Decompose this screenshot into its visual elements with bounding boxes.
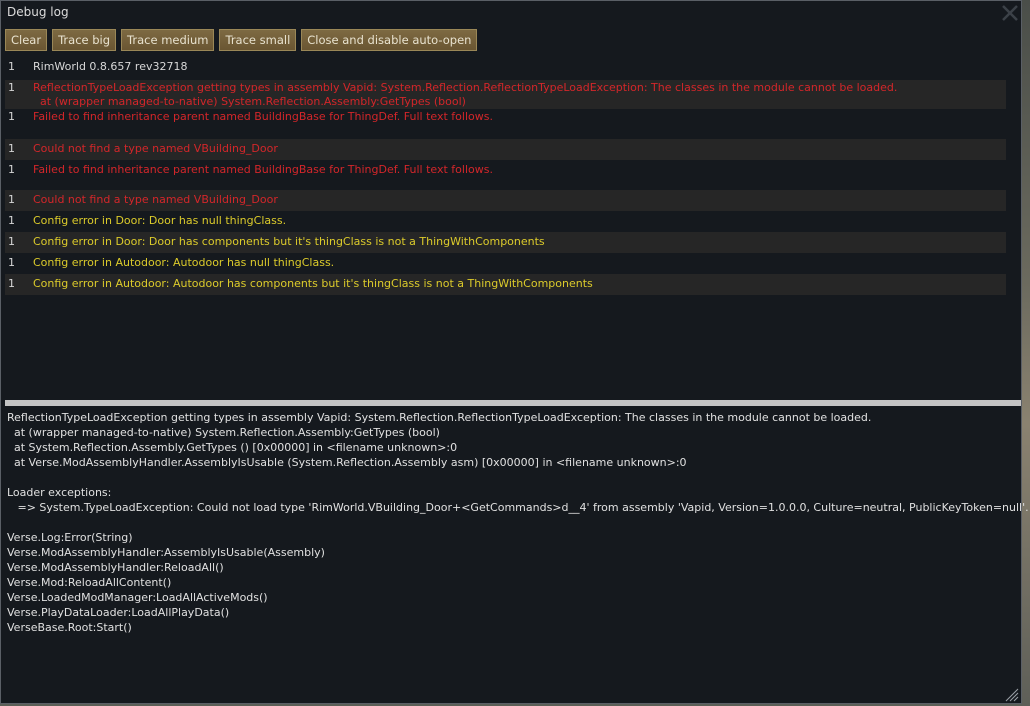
detail-line: at (wrapper managed-to-native) System.Re… xyxy=(7,426,440,439)
log-entry-message: Config error in Autodoor: Autodoor has n… xyxy=(33,256,335,269)
detail-line: at System.Reflection.Assembly.GetTypes (… xyxy=(7,441,458,454)
log-entry-count: 1 xyxy=(8,193,15,206)
log-entry-count: 1 xyxy=(8,81,15,94)
log-entry[interactable]: 1 ReflectionTypeLoadException getting ty… xyxy=(5,80,1006,109)
log-entry[interactable]: 1 Config error in Autodoor: Autodoor has… xyxy=(5,274,1006,295)
log-entry[interactable]: 1 RimWorld 0.8.657 rev32718 xyxy=(5,59,1006,80)
detail-panel: ReflectionTypeLoadException getting type… xyxy=(7,410,1029,635)
toolbar: Clear Trace big Trace medium Trace small… xyxy=(5,29,478,51)
detail-line xyxy=(7,470,1017,485)
detail-line: Verse.LoadedModManager:LoadAllActiveMods… xyxy=(7,591,268,604)
detail-line: Verse.ModAssemblyHandler:AssemblyIsUsabl… xyxy=(7,546,325,559)
detail-line: Loader exceptions: xyxy=(7,486,112,499)
detail-line: Verse.Log:Error(String) xyxy=(7,531,133,544)
log-entry-count: 1 xyxy=(8,256,15,269)
log-entry[interactable]: 1 Config error in Door: Door has compone… xyxy=(5,232,1006,253)
trace-big-button[interactable]: Trace big xyxy=(52,29,117,51)
close-icon[interactable] xyxy=(1001,4,1019,22)
log-entry-message: Config error in Autodoor: Autodoor has c… xyxy=(33,277,593,290)
debug-log-window: Debug log Clear Trace big Trace medium T… xyxy=(0,0,1029,704)
log-entry-message: ReflectionTypeLoadException getting type… xyxy=(33,81,898,94)
log-entry-count: 1 xyxy=(8,277,15,290)
log-entry-count: 1 xyxy=(8,163,15,176)
log-entry[interactable]: 1 Could not find a type named VBuilding_… xyxy=(5,139,1006,160)
log-entry-message-line: at (wrapper managed-to-native) System.Re… xyxy=(33,95,466,108)
log-entry-message: Config error in Door: Door has null thin… xyxy=(33,214,287,227)
log-entry-message: RimWorld 0.8.657 rev32718 xyxy=(33,60,188,73)
detail-line xyxy=(7,515,1017,530)
log-entry[interactable]: 1 Config error in Door: Door has null th… xyxy=(5,211,1006,232)
panel-divider[interactable] xyxy=(5,400,1021,406)
log-entry-message: Could not find a type named VBuilding_Do… xyxy=(33,193,278,206)
detail-line: VerseBase.Root:Start() xyxy=(7,621,132,634)
clear-button[interactable]: Clear xyxy=(5,29,48,51)
log-entry-count: 1 xyxy=(8,110,15,123)
window-title: Debug log xyxy=(7,5,69,19)
log-entry-count: 1 xyxy=(8,235,15,248)
trace-small-button[interactable]: Trace small xyxy=(219,29,297,51)
log-entry-count: 1 xyxy=(8,60,15,73)
detail-line: => System.TypeLoadException: Could not l… xyxy=(7,501,1029,514)
detail-line: at Verse.ModAssemblyHandler.AssemblyIsUs… xyxy=(7,456,687,469)
detail-line: Verse.PlayDataLoader:LoadAllPlayData() xyxy=(7,606,230,619)
log-list: 1 RimWorld 0.8.657 rev32718 1 Reflection… xyxy=(5,59,1006,295)
log-entry-count: 1 xyxy=(8,142,15,155)
log-entry-message: Failed to find inheritance parent named … xyxy=(33,163,493,176)
log-entry-count: 1 xyxy=(8,214,15,227)
background-edge xyxy=(1022,0,1030,706)
resize-handle-icon[interactable] xyxy=(1005,687,1019,702)
log-entry-message: Could not find a type named VBuilding_Do… xyxy=(33,142,278,155)
log-entry[interactable]: 1 Config error in Autodoor: Autodoor has… xyxy=(5,253,1006,274)
detail-line: ReflectionTypeLoadException getting type… xyxy=(7,411,872,424)
log-entry-message: Config error in Door: Door has component… xyxy=(33,235,545,248)
detail-line: Verse.ModAssemblyHandler:ReloadAll() xyxy=(7,561,224,574)
log-entry-message: Failed to find inheritance parent named … xyxy=(33,110,493,123)
trace-medium-button[interactable]: Trace medium xyxy=(121,29,215,51)
log-entry[interactable]: 1 Failed to find inheritance parent name… xyxy=(5,160,1006,190)
log-entry[interactable]: 1 Failed to find inheritance parent name… xyxy=(5,109,1006,139)
detail-line: Verse.Mod:ReloadAllContent() xyxy=(7,576,172,589)
close-disable-auto-open-button[interactable]: Close and disable auto-open xyxy=(301,29,478,51)
log-entry[interactable]: 1 Could not find a type named VBuilding_… xyxy=(5,190,1006,211)
